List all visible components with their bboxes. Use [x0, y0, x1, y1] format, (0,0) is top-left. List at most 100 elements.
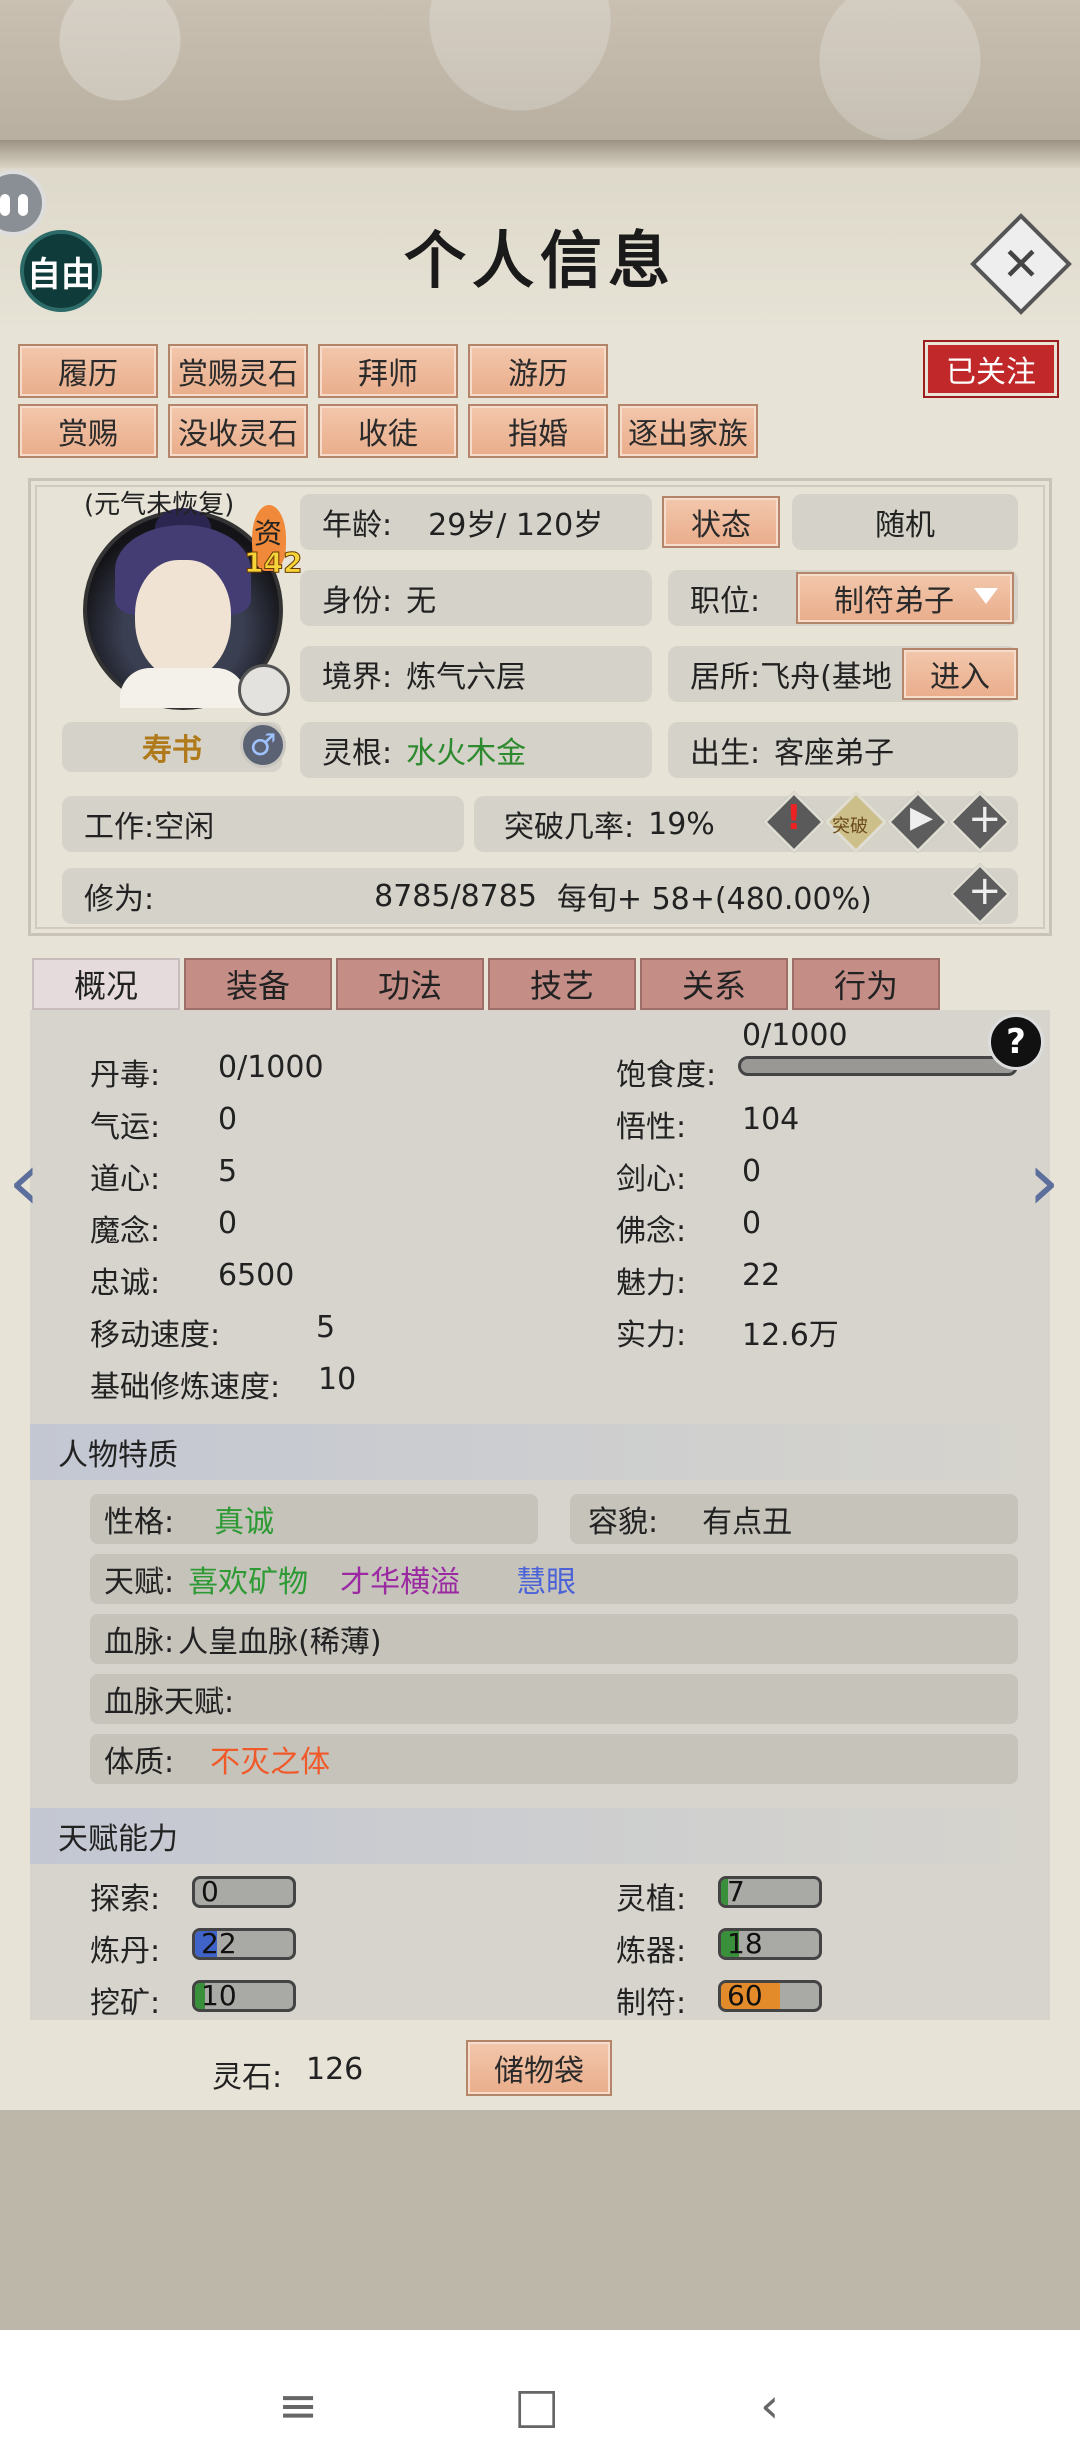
marriage-button[interactable]: 指婚	[468, 404, 608, 458]
stat-label: 移动速度:	[90, 1318, 221, 1353]
personality-value: 真诚	[214, 1505, 275, 1540]
body-value[interactable]: 不灭之体	[210, 1737, 330, 1781]
tab-relations[interactable]: 关系	[640, 958, 788, 1010]
stat-label: 气运:	[90, 1110, 161, 1145]
breakthrough-label: 突破几率:	[504, 810, 635, 845]
reward-stone-button[interactable]: 赏赐灵石	[168, 344, 308, 398]
satiety-value: 0/1000	[742, 1018, 848, 1053]
position-dropdown[interactable]: 制符弟子	[796, 572, 1014, 624]
spirit-stone-value: 126	[306, 2052, 364, 2087]
personality-row: 性格: 真诚	[90, 1494, 538, 1544]
scroll-edge	[0, 140, 1080, 168]
breakthrough-value: 19%	[648, 806, 715, 842]
residence-label: 居所:	[690, 660, 761, 695]
stat-value: 22	[742, 1258, 781, 1293]
menu-icon[interactable]: ≡	[278, 2378, 318, 2434]
stat-value: 0	[218, 1206, 238, 1241]
tab-skills[interactable]: 功法	[336, 958, 484, 1010]
ability-bar: 7	[718, 1876, 822, 1908]
stat-value: 6500	[218, 1258, 295, 1293]
residence-value: 飞舟(基地	[760, 660, 892, 695]
brush-icon[interactable]	[238, 664, 290, 716]
birth-field: 出生: 客座弟子	[668, 722, 1018, 778]
reward-button[interactable]: 赏赐	[18, 404, 158, 458]
tab-equipment[interactable]: 装备	[184, 958, 332, 1010]
body-row: 体质: 不灭之体	[90, 1734, 1018, 1784]
position-label: 职位:	[690, 584, 761, 619]
looks-row: 容貌: 有点丑	[570, 1494, 1018, 1544]
status-button[interactable]: 状态	[662, 496, 780, 548]
chevron-down-icon	[974, 588, 998, 604]
tab-overview[interactable]: 概况	[32, 958, 180, 1010]
next-arrow-icon[interactable]: ›	[1028, 1135, 1060, 1228]
follow-button[interactable]: 已关注	[923, 340, 1059, 398]
looks-value: 有点丑	[702, 1505, 793, 1540]
stat-label: 忠诚:	[90, 1266, 161, 1301]
ability-bar: 10	[192, 1980, 296, 2012]
talent-tag[interactable]: 喜欢矿物	[188, 1557, 308, 1601]
ability-bar: 60	[718, 1980, 822, 2012]
stat-value: 5	[316, 1310, 336, 1345]
male-icon: ♂	[240, 722, 286, 768]
realm-value: 炼气六层	[406, 660, 527, 695]
bloodline-label: 血脉:	[104, 1625, 175, 1660]
stat-value: 0/1000	[218, 1050, 324, 1085]
ability-label: 探索:	[90, 1882, 161, 1917]
cultivation-label: 修为:	[84, 882, 155, 917]
history-button[interactable]: 履历	[18, 344, 158, 398]
close-icon: ✕	[1001, 237, 1041, 291]
talent-tag[interactable]: 才华横溢	[340, 1557, 460, 1601]
random-button[interactable]: 随机	[792, 494, 1018, 550]
cultivation-field: 修为: 8785/8785 每旬+ 58+(480.00%)	[62, 868, 1018, 924]
apprentice-button[interactable]: 拜师	[318, 344, 458, 398]
expel-button[interactable]: 逐出家族	[618, 404, 758, 458]
talent-row: 天赋: 喜欢矿物 才华横溢 慧眼	[90, 1554, 1018, 1604]
stat-value: 0	[218, 1102, 238, 1137]
ability-value: 0	[201, 1876, 219, 1908]
ability-label: 挖矿:	[90, 1986, 161, 2021]
bloodline-talent-label: 血脉天赋:	[104, 1685, 235, 1720]
page-title: 个人信息	[403, 224, 676, 297]
stat-label: 丹毒:	[90, 1058, 161, 1093]
ability-label: 炼器:	[616, 1934, 687, 1969]
back-icon[interactable]: ‹	[760, 2378, 779, 2434]
stat-label: 悟性:	[616, 1110, 687, 1145]
abilities-header: 天赋能力	[30, 1808, 1050, 1864]
top-decoration	[0, 0, 1080, 155]
travel-button[interactable]: 游历	[468, 344, 608, 398]
tab-crafts[interactable]: 技艺	[488, 958, 636, 1010]
ability-bar: 22	[192, 1928, 296, 1960]
tab-behavior[interactable]: 行为	[792, 958, 940, 1010]
prev-arrow-icon[interactable]: ‹	[8, 1135, 40, 1228]
satiety-label: 饱食度:	[616, 1058, 717, 1093]
storage-bag-button[interactable]: 储物袋	[466, 2040, 612, 2096]
stat-label: 魔念:	[90, 1214, 161, 1249]
enter-button[interactable]: 进入	[902, 648, 1018, 700]
bloodline-row: 血脉: 人皇血脉(稀薄)	[90, 1614, 1018, 1664]
age-field: 年龄: 29岁/ 120岁	[300, 494, 652, 550]
realm-field: 境界: 炼气六层	[300, 646, 652, 702]
avatar-robe	[120, 668, 246, 708]
ability-value: 7	[727, 1876, 745, 1908]
take-disciple-button[interactable]: 收徒	[318, 404, 458, 458]
home-icon[interactable]: □	[514, 2378, 559, 2434]
identity-value: 无	[406, 584, 437, 619]
age-label: 年龄:	[322, 508, 393, 543]
confiscate-stone-button[interactable]: 没收灵石	[168, 404, 308, 458]
looks-label: 容貌:	[588, 1505, 659, 1540]
stat-value: 104	[742, 1102, 800, 1137]
help-button[interactable]: ?	[988, 1014, 1044, 1070]
plus-icon: +	[968, 796, 1002, 842]
play-icon: ▶	[910, 800, 934, 835]
age-value: 29岁/ 120岁	[428, 508, 604, 543]
work-value: 空闲	[154, 810, 215, 845]
exclamation-glyph: !	[786, 798, 802, 838]
ability-bar: 18	[718, 1928, 822, 1960]
identity-label: 身份:	[322, 584, 393, 619]
realm-label: 境界:	[322, 660, 393, 695]
spirit-root-label: 灵根:	[322, 736, 393, 771]
talent-tag[interactable]: 慧眼	[516, 1557, 576, 1601]
stat-value: 5	[218, 1154, 238, 1189]
position-value: 制符弟子	[834, 584, 954, 619]
bloodline-value: 人皇血脉(稀薄)	[178, 1625, 382, 1660]
